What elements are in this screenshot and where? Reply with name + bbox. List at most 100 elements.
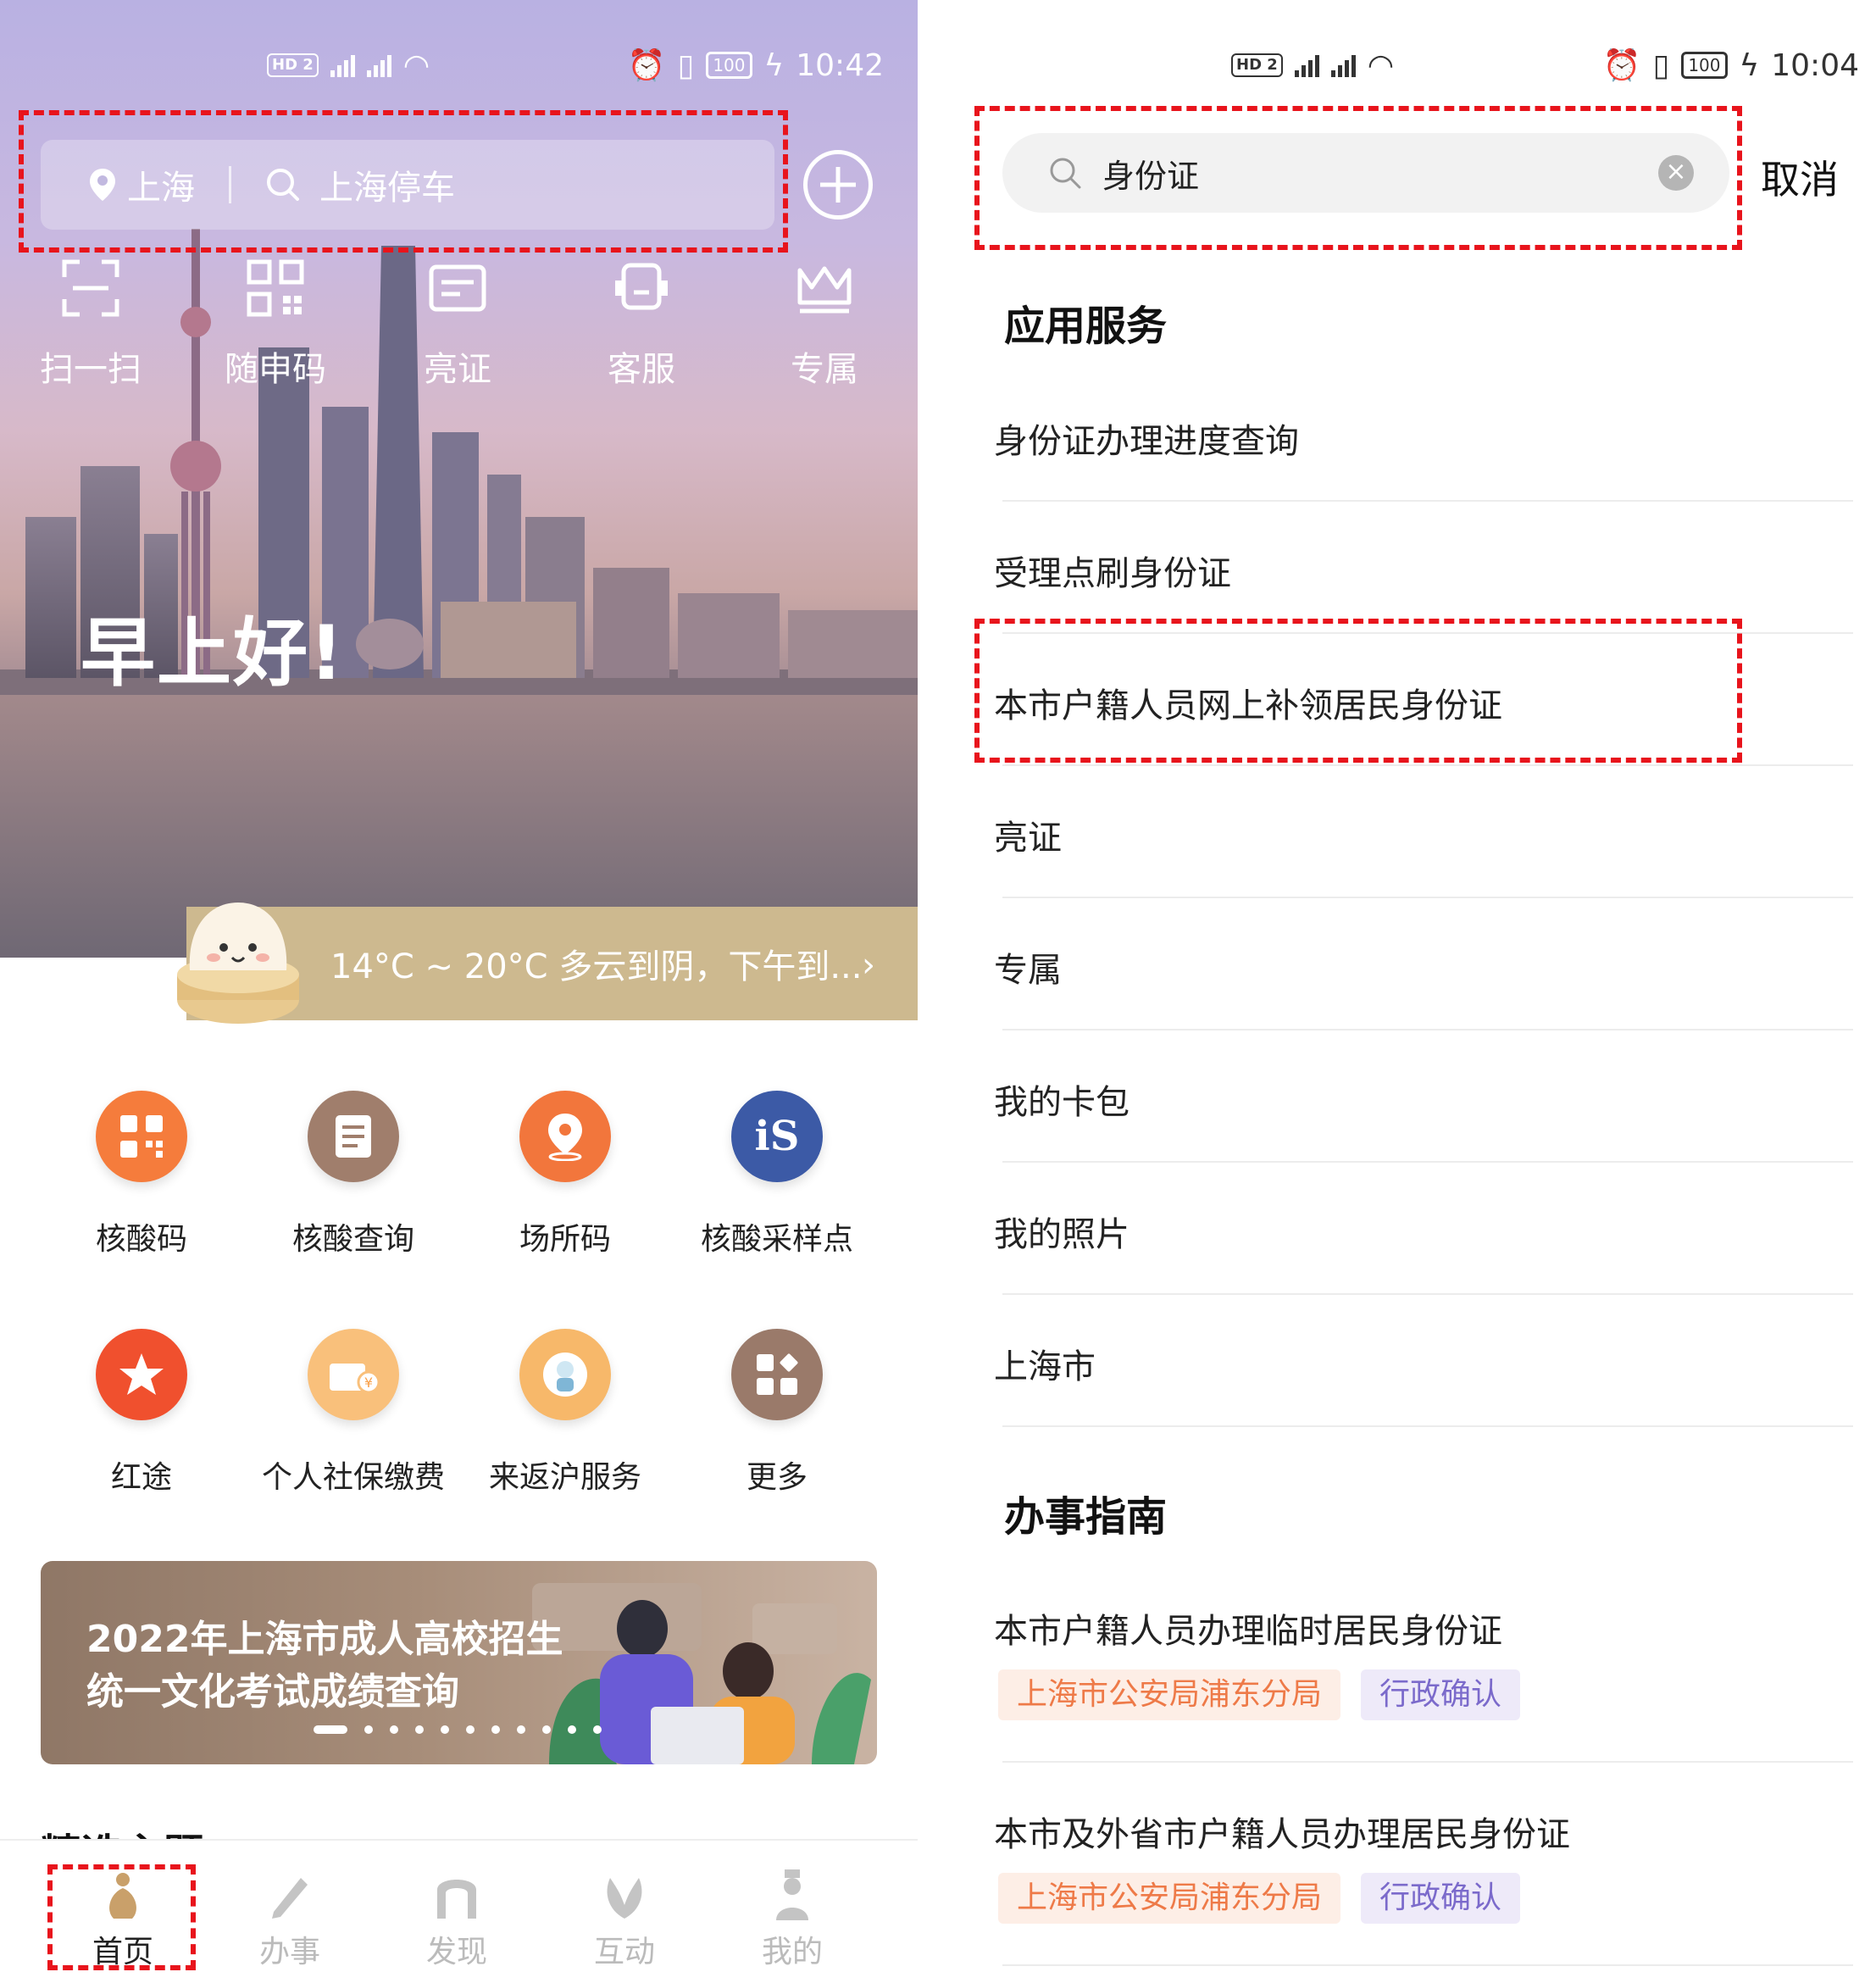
banner-illustration [532,1583,871,1764]
banner-title-line1: 2022年上海市成人高校招生 [86,1618,563,1661]
alarm-icon: ⏰ [1602,48,1641,83]
service-label: 更多 [746,1460,808,1495]
tab-profile[interactable]: 我的 [737,1868,847,1971]
result-item[interactable]: 受理点刷身份证 [994,546,1858,595]
quick-action-label: 亮证 [424,350,491,389]
svg-text:¥: ¥ [364,1375,373,1391]
magnolia-icon [607,1878,642,1919]
scan-icon [62,259,119,317]
quick-action-label: 专属 [791,350,858,389]
guide-type-tag: 行政确认 [1361,1669,1521,1720]
tab-label: 我的 [761,1935,823,1969]
service-label: 来返沪服务 [488,1460,641,1495]
clock-time: 10:04 [1771,47,1859,83]
dumpling-mascot-icon [177,903,299,1024]
promo-banner[interactable]: 2022年上海市成人高校招生 统一文化考试成绩查询 [41,1561,877,1764]
service-label: 个人社保缴费 [261,1460,445,1495]
tab-label: 互动 [593,1935,655,1969]
id-card-icon [429,264,486,312]
service-hongtu[interactable]: 红途 [40,1329,243,1497]
chevron-right-icon: › [862,946,875,985]
quick-action-show-id[interactable]: 亮证 [386,258,530,391]
crown-icon [797,266,852,314]
service-social-security-payment[interactable]: ¥ 个人社保缴费 [252,1329,455,1497]
result-item[interactable]: 我的照片 [994,1207,1858,1256]
document-icon [308,1091,399,1182]
guide-org-tag: 上海市公安局浦东分局 [998,1873,1341,1924]
row-divider [1002,1029,1853,1030]
alarm-icon: ⏰ [627,48,666,83]
quick-action-scan[interactable]: 扫一扫 [19,258,163,391]
row-divider [1002,1761,1853,1763]
is-logo-icon: iS [731,1091,823,1182]
grid-icon [731,1329,823,1420]
guide-title[interactable]: 本市及外省市户籍人员办理居民身份证 [994,1807,1858,1856]
charging-icon: ϟ [763,47,785,83]
carousel-indicator [314,1725,602,1734]
result-item[interactable]: 上海市 [994,1339,1858,1388]
charging-icon: ϟ [1739,47,1760,83]
service-nucleic-acid-code[interactable]: 核酸码 [40,1091,243,1258]
payment-icon: ¥ [308,1329,399,1420]
location-pin-icon [519,1091,611,1182]
signal-icon [1330,53,1356,77]
service-label: 场所码 [519,1222,611,1257]
row-divider [1002,764,1853,766]
status-bar: HD 2 ◠ ⏰ ▯ 100 ϟ 10:42 [267,44,884,86]
section-title-guides: 办事指南 [1004,1493,1168,1541]
tab-interact[interactable]: 互动 [569,1868,680,1971]
signal-icon [330,53,355,77]
service-label: 红途 [110,1460,172,1495]
cancel-button[interactable]: 取消 [1761,149,1839,205]
quick-action-label: 随申码 [225,350,326,389]
result-item[interactable]: 身份证办理进度查询 [994,414,1858,463]
signal-icon [366,53,391,77]
status-bar: HD 2 ◠ ⏰ ▯ 100 ϟ 10:04 [1231,44,1859,86]
person-icon [776,1869,808,1920]
banner-title-line2: 统一文化考试成绩查询 [86,1670,459,1714]
guide-org-tag: 上海市公安局浦东分局 [998,1669,1341,1720]
tab-label: 发现 [425,1935,487,1969]
row-divider [1002,1425,1853,1427]
result-item[interactable]: 亮证 [994,810,1858,859]
row-divider [1002,500,1853,502]
star-icon [96,1329,187,1420]
search-results-screen: HD 2 ◠ ⏰ ▯ 100 ϟ 10:04 身份证 × 取消 应用服务 身份证… [918,0,1876,1983]
row-divider [1002,1161,1853,1163]
service-label: 核酸采样点 [700,1222,853,1257]
wifi-icon: ◠ [402,47,430,83]
guide-title[interactable]: 本市户籍人员办理临时居民身份证 [994,1603,1858,1652]
service-label: 核酸查询 [291,1222,414,1257]
service-nucleic-acid-query[interactable]: 核酸查询 [252,1091,455,1258]
tab-services[interactable]: 办事 [235,1868,345,1971]
greeting-text: 早上好! [80,609,346,697]
battery-icon: 100 [1681,52,1728,79]
pen-icon [272,1878,308,1919]
vibrate-icon: ▯ [1652,47,1670,83]
service-label: 核酸码 [95,1222,187,1257]
tab-discover[interactable]: 发现 [402,1868,512,1971]
service-return-shanghai[interactable]: 来返沪服务 [463,1329,667,1497]
result-item[interactable]: 我的卡包 [994,1075,1858,1124]
qr-code-icon [96,1091,187,1182]
vibrate-icon: ▯ [677,47,695,83]
network-badge: HD 2 [1231,53,1283,77]
quick-action-customer-service[interactable]: 客服 [569,258,713,391]
weather-text: 14°C ~ 20°C 多云到阴，下午到... [330,947,863,986]
section-title-app-services: 应用服务 [1004,303,1168,350]
highlight-box-result [974,619,1742,763]
quick-action-suishenma[interactable]: 随申码 [203,258,347,391]
service-venue-code[interactable]: 场所码 [463,1091,667,1258]
signal-icon [1294,53,1319,77]
service-sampling-site[interactable]: iS 核酸采样点 [675,1091,879,1258]
add-button[interactable] [803,150,873,219]
tab-label: 办事 [258,1935,320,1969]
home-screen: HD 2 ◠ ⏰ ▯ 100 ϟ 10:42 上海 上海停车 扫一扫 随申码 亮… [0,0,918,1983]
headset-icon [615,263,668,310]
wifi-icon: ◠ [1367,47,1395,83]
highlight-box-home-tab [47,1864,196,1970]
service-more[interactable]: 更多 [675,1329,879,1497]
result-item[interactable]: 专属 [994,942,1858,992]
row-divider [1002,1964,1853,1966]
quick-action-exclusive[interactable]: 专属 [752,258,896,391]
